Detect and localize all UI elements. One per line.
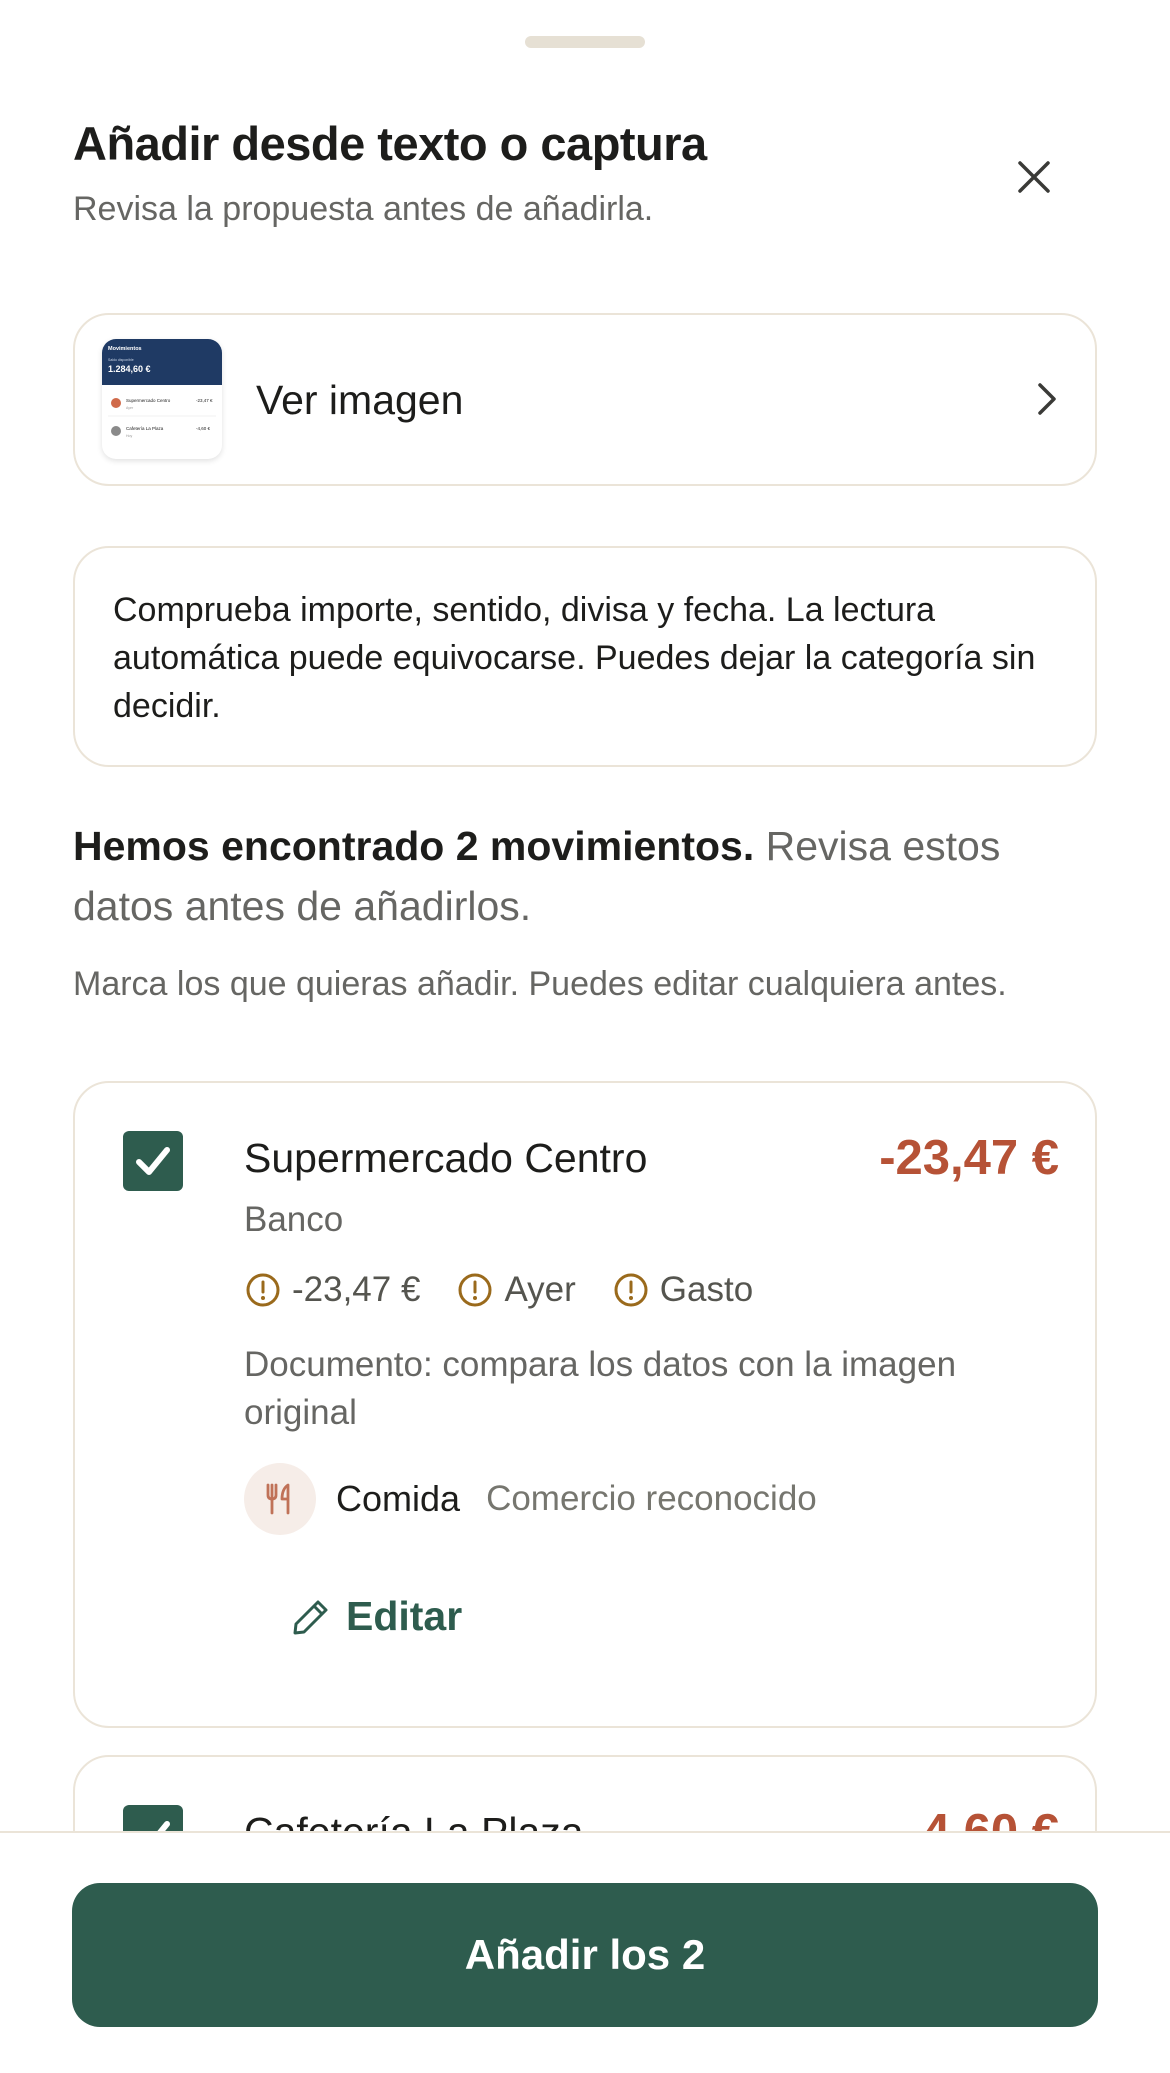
flag-direction-text: Gasto — [659, 1270, 754, 1309]
thumbnail-header-title: Movimientos — [108, 346, 142, 352]
screenshot-thumbnail: Movimientos Saldo disponible 1.284,60 € … — [102, 339, 222, 459]
verification-notice: Comprueba importe, sentido, divisa y fec… — [73, 546, 1097, 767]
document-note: Documento: compara los datos con la imag… — [244, 1345, 957, 1432]
category-name: Comida — [336, 1478, 461, 1519]
view-image-row[interactable]: Movimientos Saldo disponible 1.284,60 € … — [73, 313, 1097, 486]
close-icon — [1018, 161, 1050, 193]
flag-amount-text: -23,47 € — [292, 1270, 421, 1309]
close-button[interactable] — [1005, 148, 1063, 206]
thumbnail-row-name: Supermercado Centro — [126, 398, 171, 403]
flag-date-text: Ayer — [504, 1270, 576, 1309]
thumbnail-row-sub: Hoy — [126, 434, 132, 438]
results-count: Hemos encontrado 2 movimientos. — [73, 823, 755, 869]
warning-circle-icon — [246, 1273, 280, 1307]
movement-amount: -23,47 € — [879, 1131, 1059, 1185]
pencil-icon — [293, 1600, 328, 1634]
add-all-button[interactable]: Añadir los 2 — [72, 1883, 1098, 2027]
edit-label: Editar — [346, 1593, 463, 1639]
warning-circle-icon — [458, 1273, 492, 1307]
chevron-right-icon — [1038, 383, 1056, 415]
thumbnail-balance: 1.284,60 € — [108, 364, 151, 374]
flag-date: Ayer — [456, 1270, 576, 1310]
category-row: Comida Comercio reconocido — [244, 1463, 817, 1535]
bottom-sheet: Añadir desde texto o captura Revisa la p… — [0, 0, 1170, 2073]
notice-text: Comprueba importe, sentido, divisa y fec… — [113, 591, 1036, 725]
thumbnail-row-amount: -23,47 € — [196, 398, 213, 403]
thumbnail-row-amount: -4,60 € — [196, 426, 211, 431]
movement-checkbox[interactable] — [123, 1131, 183, 1191]
thumbnail-row-sub: Ayer — [126, 406, 134, 410]
sheet-title: Añadir desde texto o captura — [73, 117, 707, 170]
movement-card: Supermercado Centro -23,47 € Banco -23,4… — [73, 1081, 1097, 1728]
thumbnail-image: Movimientos Saldo disponible 1.284,60 € … — [108, 346, 216, 438]
thumbnail-header-subtitle: Saldo disponible — [108, 358, 134, 362]
movement-name: Supermercado Centro — [244, 1135, 648, 1181]
sheet-footer: Añadir los 2 — [0, 1831, 1170, 2073]
thumbnail-row-name: Cafetería La Plaza — [126, 426, 164, 431]
flag-amount: -23,47 € — [244, 1270, 420, 1310]
review-flags: -23,47 € Ayer Gasto — [244, 1270, 753, 1310]
sheet-grabber[interactable] — [525, 36, 645, 48]
warning-circle-icon — [614, 1273, 648, 1307]
category-icon-badge — [244, 1463, 316, 1535]
checkmark-icon — [136, 1147, 170, 1175]
sheet-subtitle: Revisa la propuesta antes de añadirla. — [73, 190, 654, 228]
movement-source: Banco — [244, 1200, 344, 1239]
flag-direction: Gasto — [612, 1270, 753, 1310]
edit-button[interactable]: Editar — [290, 1593, 462, 1640]
category-reason: Comercio reconocido — [486, 1479, 817, 1518]
results-summary: Hemos encontrado 2 movimientos. Revisa e… — [73, 816, 1083, 936]
add-all-label: Añadir los 2 — [464, 1931, 706, 1978]
fork-knife-icon — [266, 1483, 290, 1515]
view-image-label: Ver imagen — [256, 377, 464, 423]
results-hint: Marca los que quieras añadir. Puedes edi… — [73, 965, 1007, 1003]
